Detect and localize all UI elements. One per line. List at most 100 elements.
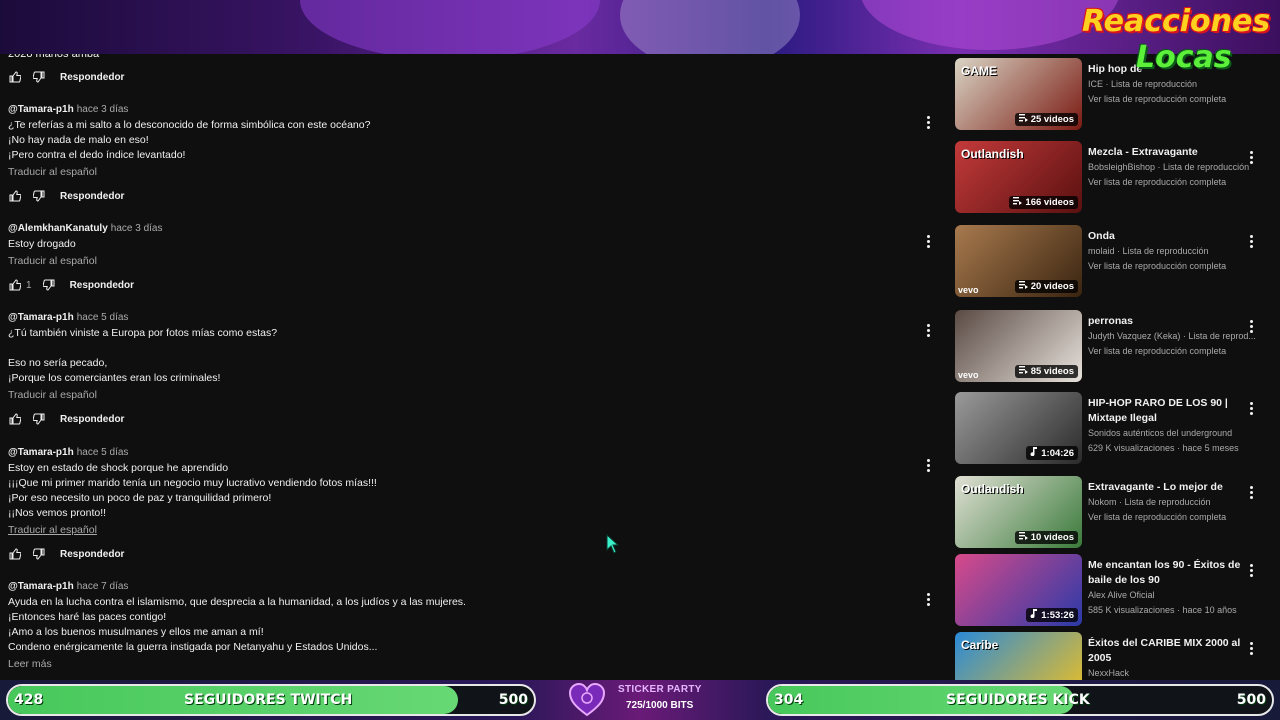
comment-text-line: Estoy drogado <box>8 238 76 250</box>
like-icon[interactable] <box>8 278 22 292</box>
video-channel[interactable]: Sonidos auténticos del underground <box>1088 426 1258 441</box>
reply-button[interactable]: Respondedor <box>60 414 124 425</box>
reply-button[interactable]: Respondedor <box>70 280 134 291</box>
comment-author[interactable]: @AlemkhanKanatuly <box>8 223 108 234</box>
video-channel[interactable]: molaid · Lista de reproducción <box>1088 244 1258 259</box>
reply-button[interactable]: Respondedor <box>60 549 124 560</box>
video-thumbnail[interactable]: 1:04:26 <box>955 392 1082 464</box>
dislike-icon[interactable] <box>42 278 56 292</box>
twitch-goal-bar: 428 SEGUIDORES TWITCH 500 <box>6 684 536 716</box>
more-options-icon[interactable] <box>1243 484 1259 500</box>
dislike-icon[interactable] <box>32 70 46 84</box>
comment-author[interactable]: @Tamara-p1h <box>8 312 74 323</box>
sidebar-video-item[interactable]: vevo 20 videos Onda molaid · Lista de repro… <box>955 225 1275 301</box>
sidebar-video-item[interactable]: 1:53:26 Me encantan los 90 - Éxitos de ba… <box>955 554 1275 630</box>
reply-button[interactable]: Respondedor <box>60 191 124 202</box>
duration-badge: 1:04:26 <box>1026 446 1078 460</box>
more-options-icon[interactable] <box>1243 318 1259 334</box>
reply-button[interactable]: Respondedor <box>60 72 124 83</box>
more-options-icon[interactable] <box>1243 149 1259 165</box>
video-thumbnail[interactable]: Outlandish 166 videos <box>955 141 1082 213</box>
comment-item: @Tamara-p1h hace 7 días Ayuda en la lucha … <box>8 581 930 672</box>
more-options-icon[interactable] <box>920 322 936 338</box>
like-icon[interactable] <box>8 189 22 203</box>
video-channel[interactable]: Alex Alive Oficial <box>1088 588 1258 603</box>
more-options-icon[interactable] <box>1243 400 1259 416</box>
more-options-icon[interactable] <box>1243 640 1259 656</box>
sticker-progress: 725/1000 BITS <box>626 700 694 711</box>
translate-link[interactable]: Traducir al español <box>8 165 928 180</box>
more-options-icon[interactable] <box>1243 562 1259 578</box>
video-meta: HIP-HOP RARO DE LOS 90 | Mixtape Ilegal S… <box>1088 396 1258 456</box>
video-subinfo[interactable]: Ver lista de reproducción completa <box>1088 510 1258 525</box>
video-channel[interactable]: Judyth Vazquez (Keka) · Lista de reprod.… <box>1088 329 1258 344</box>
comment-header: @Tamara-p1h hace 7 días <box>8 581 928 595</box>
video-channel[interactable]: NexxHack <box>1088 666 1258 680</box>
sidebar-video-item[interactable]: Caribe Éxitos del CARIBE MIX 2000 al 2005… <box>955 632 1275 680</box>
dislike-icon[interactable] <box>32 547 46 561</box>
more-options-icon[interactable] <box>920 457 936 473</box>
like-icon[interactable] <box>8 547 22 561</box>
video-channel[interactable]: Nokom · Lista de reproducción <box>1088 495 1258 510</box>
video-title[interactable]: Extravagante - Lo mejor de <box>1088 480 1258 495</box>
video-title[interactable]: perronas <box>1088 314 1258 329</box>
comment-author[interactable]: @Tamara-p1h <box>8 581 74 592</box>
dislike-icon[interactable] <box>32 189 46 203</box>
comment-author[interactable]: @Tamara-p1h <box>8 447 74 458</box>
read-more-link[interactable]: Leer más <box>8 657 928 672</box>
like-icon[interactable] <box>8 412 22 426</box>
dislike-icon[interactable] <box>32 412 46 426</box>
video-subinfo[interactable]: Ver lista de reproducción completa <box>1088 92 1258 107</box>
translate-link[interactable]: Traducir al español <box>8 254 928 269</box>
video-subinfo[interactable]: 585 K visualizaciones · hace 10 años <box>1088 603 1258 618</box>
video-subinfo[interactable]: Ver lista de reproducción completa <box>1088 175 1258 190</box>
video-thumbnail[interactable]: vevo 85 videos <box>955 310 1082 382</box>
video-thumbnail[interactable]: Outlandish 10 videos <box>955 476 1082 548</box>
banner-smoke <box>620 0 800 54</box>
video-subinfo[interactable]: Ver lista de reproducción completa <box>1088 344 1258 359</box>
playlist-icon <box>1013 197 1023 208</box>
comment-text-line: Condeno enérgicamente la guerra instigad… <box>8 641 378 653</box>
more-options-icon[interactable] <box>920 233 936 249</box>
video-thumbnail[interactable]: vevo 20 videos <box>955 225 1082 297</box>
logo-text: Reacciones <box>1082 4 1271 39</box>
comment-time[interactable]: hace 5 días <box>77 447 129 458</box>
video-title[interactable]: Éxitos del CARIBE MIX 2000 al 2005 <box>1088 636 1258 666</box>
video-title[interactable]: Onda <box>1088 229 1258 244</box>
sidebar-video-item[interactable]: vevo 85 videos perronas Judyth Vazquez (Kek… <box>955 310 1275 386</box>
comment-item: @Tamara-p1h hace 3 días ¿Te referías a mi … <box>8 104 930 202</box>
stream-screen: 2028 manos amba Respondedor @Tamara-p1h h… <box>0 0 1280 720</box>
badge-text: 25 videos <box>1030 114 1074 125</box>
video-subinfo[interactable]: Ver lista de reproducción completa <box>1088 259 1258 274</box>
more-options-icon[interactable] <box>1243 233 1259 249</box>
comment-time[interactable]: hace 7 días <box>77 581 129 592</box>
sidebar-video-item[interactable]: 1:04:26 HIP-HOP RARO DE LOS 90 | Mixtape … <box>955 392 1275 468</box>
video-thumbnail[interactable]: Caribe <box>955 632 1082 680</box>
video-title[interactable]: Mezcla - Extravagante <box>1088 145 1258 160</box>
comment-author[interactable]: @Tamara-p1h <box>8 104 74 115</box>
video-title[interactable]: Me encantan los 90 - Éxitos de baile de … <box>1088 558 1258 588</box>
badge-text: 10 videos <box>1030 532 1074 543</box>
comment-item: @AlemkhanKanatuly hace 3 días Estoy drogad… <box>8 223 930 291</box>
video-thumbnail[interactable]: 1:53:26 <box>955 554 1082 626</box>
comment-text-line: ¡Por eso necesito un poco de paz y tranq… <box>8 492 272 504</box>
video-meta: perronas Judyth Vazquez (Keka) · Lista de… <box>1088 314 1258 359</box>
translate-link[interactable]: Traducir al español <box>8 523 928 538</box>
video-title[interactable]: HIP-HOP RARO DE LOS 90 | Mixtape Ilegal <box>1088 396 1258 426</box>
comment-text-line: ¡¡Nos vemos pronto!! <box>8 507 107 519</box>
sidebar-video-item[interactable]: Outlandish 10 videos Extravagante - Lo mej… <box>955 476 1275 552</box>
comment-time[interactable]: hace 3 días <box>77 104 129 115</box>
comment-text-line: ¿Tú también viniste a Europa por fotos m… <box>8 327 278 339</box>
sidebar-video-item[interactable]: Outlandish 166 videos Mezcla - Extravagant… <box>955 141 1275 217</box>
twitch-goal-label: SEGUIDORES TWITCH <box>184 692 353 708</box>
comment-time[interactable]: hace 5 días <box>77 312 129 323</box>
translate-link[interactable]: Traducir al español <box>8 388 928 403</box>
more-options-icon[interactable] <box>920 114 936 130</box>
comment-text-line: ¡Entonces haré las paces contigo! <box>8 611 167 623</box>
like-icon[interactable] <box>8 70 22 84</box>
video-thumbnail[interactable]: GAME 25 videos <box>955 58 1082 130</box>
video-subinfo[interactable]: 629 K visualizaciones · hace 5 meses <box>1088 441 1258 456</box>
video-channel[interactable]: BobsleighBishop · Lista de reproducción <box>1088 160 1258 175</box>
more-options-icon[interactable] <box>920 591 936 607</box>
comment-time[interactable]: hace 3 días <box>111 223 163 234</box>
